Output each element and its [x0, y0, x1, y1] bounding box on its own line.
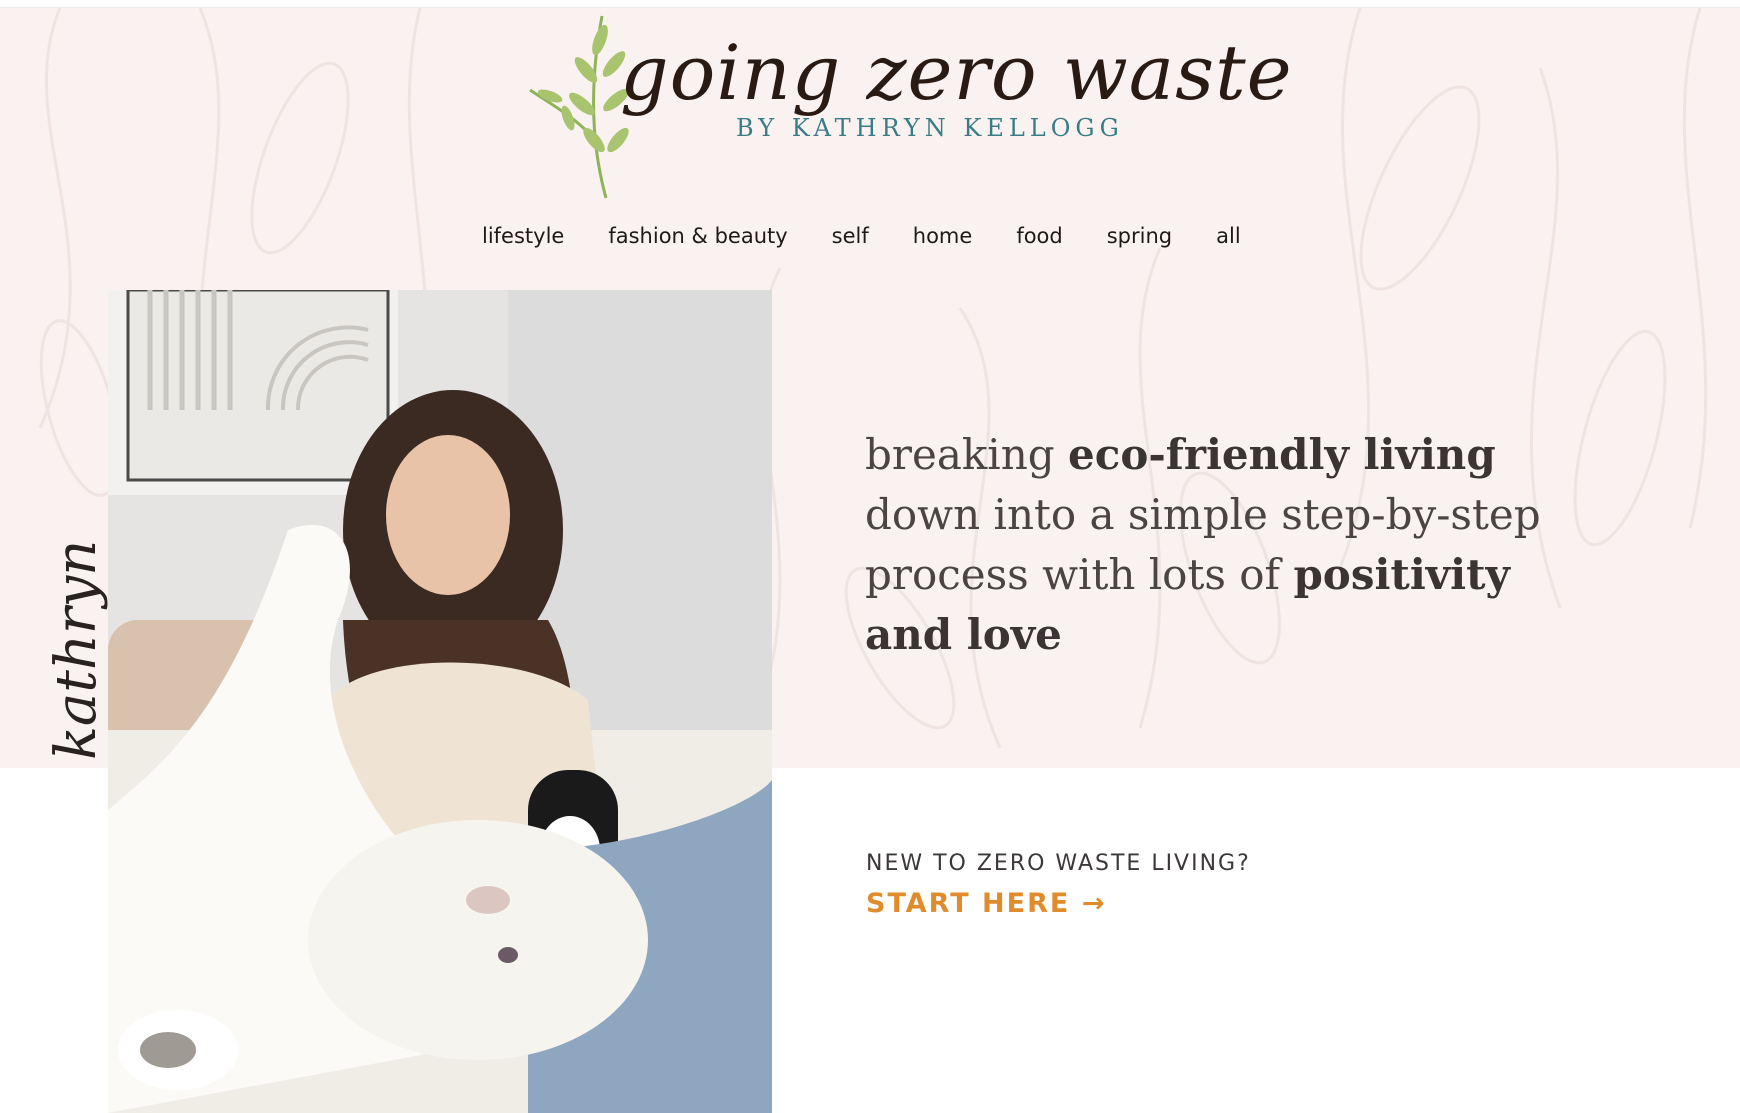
- portrait-with-dog-image: [108, 290, 772, 1113]
- tagline-bold-1: eco-friendly living: [1068, 430, 1496, 479]
- signature-script: kathryn: [44, 539, 109, 760]
- tagline-part-1: breaking: [865, 430, 1069, 479]
- nav-item-fashion-beauty[interactable]: fashion & beauty: [608, 224, 787, 248]
- site-logo[interactable]: going zero waste BY KATHRYN KELLOGG: [520, 0, 1292, 210]
- main-nav: lifestyle fashion & beauty self home foo…: [482, 224, 1285, 248]
- nav-item-home[interactable]: home: [913, 224, 973, 248]
- logo-byline: BY KATHRYN KELLOGG: [736, 114, 1124, 142]
- logo-script-text: going zero waste: [620, 28, 1293, 117]
- nav-item-lifestyle[interactable]: lifestyle: [482, 224, 564, 248]
- nav-item-food[interactable]: food: [1016, 224, 1062, 248]
- hero-photo: [108, 290, 772, 1113]
- nav-item-spring[interactable]: spring: [1107, 224, 1172, 248]
- start-here-link[interactable]: START HERE →: [866, 888, 1106, 919]
- cta-prompt: NEW TO ZERO WASTE LIVING?: [866, 851, 1251, 876]
- nav-item-all[interactable]: all: [1216, 224, 1241, 248]
- hero-tagline: breaking eco-friendly living down into a…: [865, 425, 1585, 665]
- nav-item-self[interactable]: self: [832, 224, 869, 248]
